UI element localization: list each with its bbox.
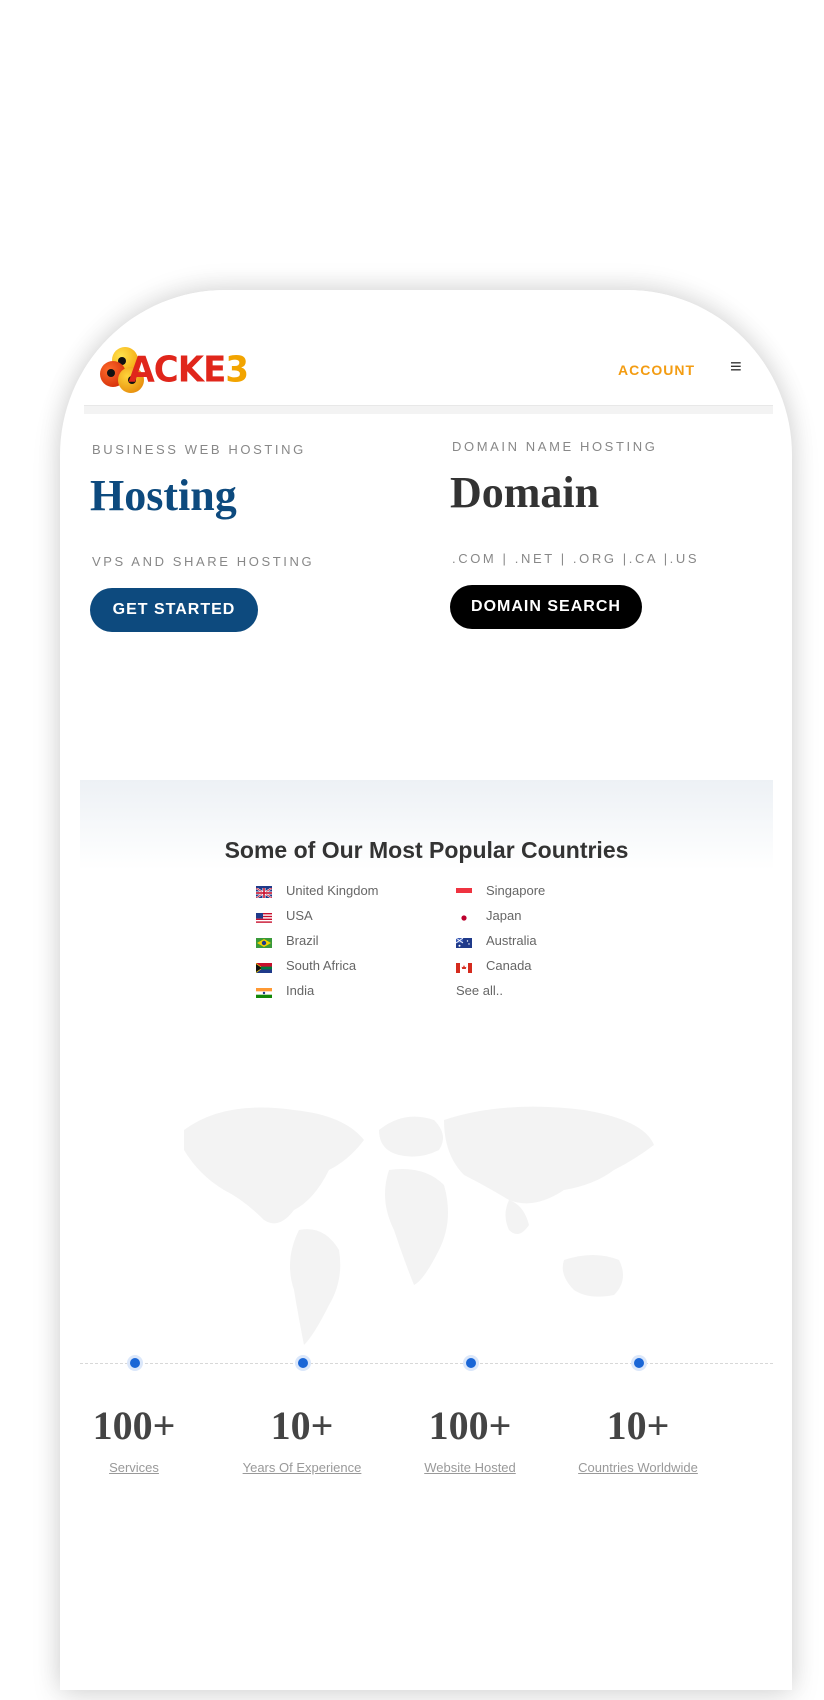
country-label: USA — [286, 908, 313, 923]
logo-balls-icon — [98, 345, 144, 395]
timeline-dot — [298, 1358, 308, 1368]
stat-label-link[interactable]: Years Of Experience — [212, 1460, 392, 1475]
country-item[interactable]: Japan — [456, 908, 521, 923]
stat-label-link[interactable]: Countries Worldwide — [548, 1460, 728, 1475]
singapore-flag-icon — [456, 886, 472, 898]
get-started-button[interactable]: GET STARTED — [90, 588, 258, 632]
stat-value: 10+ — [606, 1403, 670, 1448]
country-item[interactable]: United Kingdom — [255, 883, 379, 899]
country-item[interactable]: Australia — [455, 933, 537, 948]
screen: ACKE3 ACCOUNT ≡ BUSINESS WEB HOSTING Hos… — [80, 290, 773, 1690]
phone-frame: ACKE3 ACCOUNT ≡ BUSINESS WEB HOSTING Hos… — [60, 290, 792, 1690]
site-logo[interactable]: ACKE3 — [98, 345, 249, 395]
country-label: South Africa — [286, 958, 357, 973]
domain-extensions: .COM | .NET | .ORG |.CA |.US — [452, 551, 700, 566]
country-label: Singapore — [486, 883, 546, 898]
timeline-dot — [634, 1358, 644, 1368]
country-item[interactable]: USA — [256, 908, 313, 923]
country-item[interactable]: Singapore — [456, 883, 545, 898]
stat-label-link[interactable]: Website Hosted — [380, 1460, 560, 1475]
country-item[interactable]: India — [256, 983, 314, 998]
domain-search-button[interactable]: DOMAIN SEARCH — [450, 585, 642, 629]
country-label: Brazil — [286, 933, 319, 948]
australia-flag-icon — [455, 936, 472, 948]
country-label: Canada — [486, 958, 532, 973]
stat-value: 10+ — [270, 1403, 334, 1448]
hosting-subtitle: VPS AND SHARE HOSTING — [92, 554, 315, 569]
timeline-line — [80, 1363, 773, 1364]
logo-wordmark: ACKE3 — [128, 349, 249, 391]
uk-flag-icon — [255, 885, 273, 899]
domain-title: Domain — [450, 468, 600, 517]
country-label: India — [286, 983, 315, 998]
site-header: ACKE3 ACCOUNT ≡ — [84, 290, 773, 414]
india-flag-icon — [256, 986, 272, 998]
japan-flag-icon — [456, 911, 472, 923]
country-label: Australia — [486, 933, 537, 948]
hamburger-menu-icon[interactable]: ≡ — [730, 356, 742, 379]
country-label: Japan — [486, 908, 522, 923]
world-map-image — [184, 1106, 654, 1345]
brazil-flag-icon — [256, 936, 272, 948]
hosting-title: Hosting — [90, 471, 237, 520]
country-item[interactable]: Canada — [456, 958, 532, 973]
domain-eyebrow: DOMAIN NAME HOSTING — [452, 439, 658, 454]
timeline-dot — [466, 1358, 476, 1368]
country-item[interactable]: South Africa — [256, 958, 356, 973]
country-item[interactable]: Brazil — [256, 933, 319, 948]
countries-title: Some of Our Most Popular Countries — [224, 837, 629, 863]
stat-value: 100+ — [92, 1403, 176, 1448]
stat-label-link[interactable]: Services — [60, 1460, 224, 1475]
account-link[interactable]: ACCOUNT — [618, 362, 695, 378]
canada-flag-icon — [456, 961, 472, 973]
south-africa-flag-icon — [256, 961, 272, 973]
usa-flag-icon — [256, 911, 272, 923]
country-label: United Kingdom — [286, 883, 379, 898]
header-divider — [84, 405, 773, 414]
stat-value: 100+ — [428, 1403, 512, 1448]
see-all-countries-link[interactable]: See all.. — [456, 983, 503, 998]
timeline-dot — [130, 1358, 140, 1368]
hosting-eyebrow: BUSINESS WEB HOSTING — [92, 442, 306, 457]
